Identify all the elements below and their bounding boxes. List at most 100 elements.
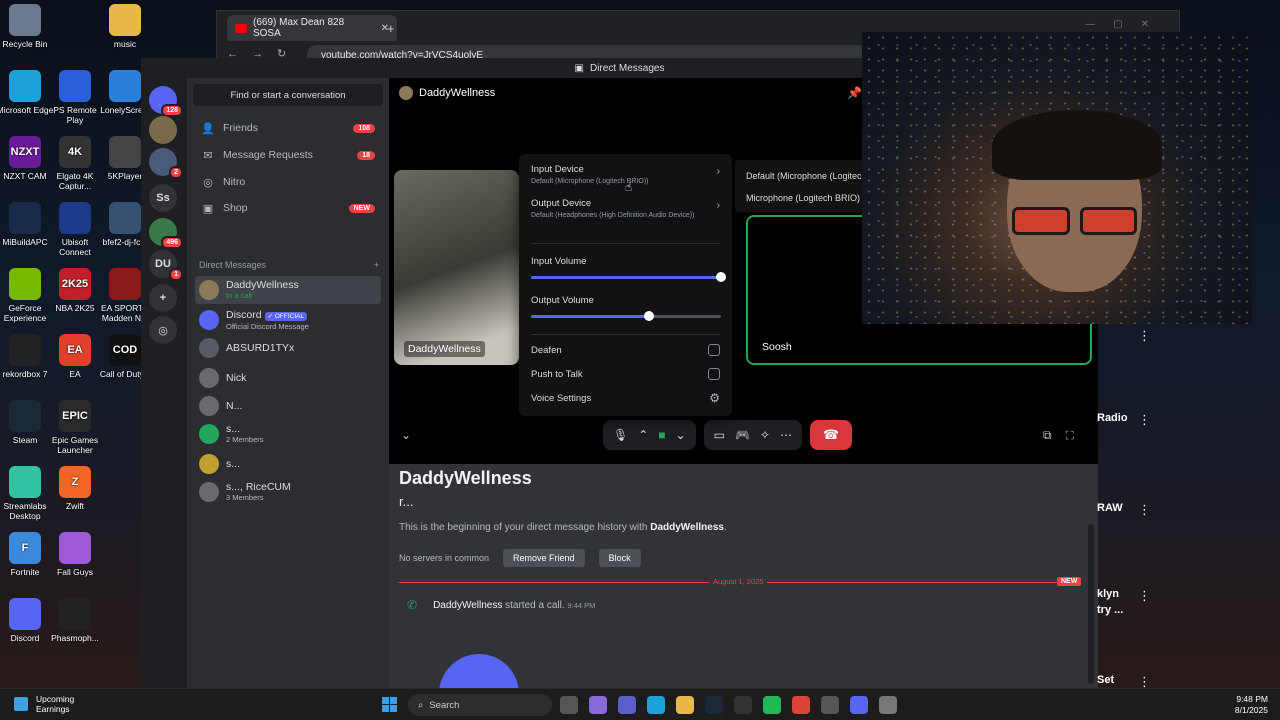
nav-item-nitro[interactable]: ◎ Nitro — [195, 170, 381, 194]
add-server-icon[interactable]: + — [149, 284, 177, 312]
task-view-icon[interactable] — [560, 696, 578, 714]
add-dm-icon[interactable]: + — [374, 260, 379, 270]
slider-knob[interactable] — [643, 311, 654, 321]
server-avatar-icon[interactable] — [149, 116, 177, 144]
settings-icon[interactable] — [879, 696, 897, 714]
remove-friend-button[interactable]: Remove Friend — [503, 549, 585, 567]
discover-icon[interactable]: ◎ — [149, 316, 177, 344]
edge-icon[interactable] — [647, 696, 665, 714]
find-conversation-button[interactable]: Find or start a conversation — [193, 84, 383, 106]
chat-scrollbar[interactable] — [1088, 524, 1094, 684]
copilot-icon[interactable] — [589, 696, 607, 714]
nav-item-shop[interactable]: ▣ Shop NEW — [195, 196, 381, 220]
deafen-checkbox[interactable] — [708, 344, 720, 356]
server-icon[interactable]: DU 1 — [149, 250, 183, 281]
desktop-icon[interactable]: Recycle Bin — [0, 4, 55, 49]
dm-item[interactable]: s..., RiceCUM 3 Members — [195, 478, 381, 506]
profile-actions: No servers in common Remove Friend Block — [399, 549, 641, 567]
nba2k25-icon: 2K25 — [59, 268, 91, 300]
nav-item-friends[interactable]: 👤 Friends 108 — [195, 116, 381, 140]
5kplayer-icon — [109, 136, 141, 168]
more-vertical-icon[interactable]: ⋮ — [1138, 328, 1151, 344]
output-device-menu-item[interactable]: Output Device Default (Headphones (High … — [531, 198, 720, 220]
nav-item-message-requests[interactable]: ✉ Message Requests 18 — [195, 143, 381, 167]
dm-item[interactable]: s... — [195, 450, 381, 478]
youtube-peek-text[interactable]: Radio — [1097, 412, 1128, 424]
discord-icon[interactable] — [850, 696, 868, 714]
chevron-down-icon[interactable]: ⌄ — [676, 428, 686, 442]
tile-label: Soosh — [758, 339, 796, 355]
chrome-icon[interactable] — [792, 696, 810, 714]
pin-icon[interactable]: 📌 — [847, 86, 862, 100]
push-to-talk-checkbox[interactable] — [708, 368, 720, 380]
slider-knob[interactable] — [716, 272, 726, 282]
nitro-icon: ◎ — [203, 176, 213, 189]
inbox-icon[interactable] — [821, 696, 839, 714]
disconnect-button[interactable]: ☎ — [809, 420, 852, 450]
spotify-icon[interactable] — [763, 696, 781, 714]
input-volume-slider[interactable] — [531, 272, 726, 282]
github-icon[interactable] — [734, 696, 752, 714]
more-vertical-icon[interactable]: ⋮ — [1138, 412, 1151, 428]
unread-badge: 2 — [169, 166, 183, 179]
discord-home-icon[interactable]: 126 — [149, 86, 183, 117]
windows-start-icon[interactable] — [382, 697, 397, 712]
screen-share-icon[interactable]: ▭ — [714, 428, 725, 442]
youtube-peek-text[interactable]: Set — [1097, 674, 1114, 686]
video-tile-daddywellness[interactable]: DaddyWellness — [394, 170, 519, 365]
chevron-down-icon[interactable]: ⌄ — [401, 428, 411, 442]
popout-fullscreen-icons[interactable]: ⧉⛶ — [1043, 428, 1088, 443]
soundboard-icon[interactable]: ✧ — [760, 428, 770, 442]
desktop-icon[interactable]: Z Zwift — [45, 466, 105, 511]
submenu-item[interactable]: Microphone (Logitech BRIO) — [735, 190, 865, 212]
block-button[interactable]: Block — [598, 549, 641, 567]
avatar — [199, 482, 219, 502]
friends-icon: 👤 — [201, 122, 215, 135]
dm-item[interactable]: Discord ✓ OFFICIAL Official Discord Messag… — [195, 306, 381, 334]
camera-icon[interactable]: ■ — [658, 428, 665, 442]
divider — [531, 243, 720, 244]
dm-item[interactable]: Nick — [195, 364, 381, 392]
chevron-right-icon: › — [716, 166, 720, 177]
server-avatar-icon[interactable]: 496 — [149, 218, 183, 249]
activity-group: ▭ 🎮 ✧ ⋯ — [703, 420, 802, 450]
deafen-toggle[interactable]: Deafen — [531, 344, 720, 356]
gamepad-icon[interactable]: 🎮 — [735, 428, 750, 442]
desktop-icon[interactable]: EPIC Epic Games Launcher — [45, 400, 105, 455]
server-avatar-icon[interactable]: 2 — [149, 148, 183, 179]
unread-badge: 126 — [161, 104, 183, 117]
output-volume-slider[interactable] — [531, 311, 721, 321]
dm-item[interactable]: N... — [195, 392, 381, 420]
rekordbox-icon — [9, 334, 41, 366]
youtube-peek-text[interactable]: RAW — [1097, 502, 1123, 514]
new-tab-icon[interactable]: + — [387, 21, 395, 36]
desktop-icon[interactable]: music — [95, 4, 155, 49]
desktop-icon[interactable]: Phasmoph... — [45, 598, 105, 643]
server-icon[interactable]: Ss — [149, 184, 177, 212]
dm-item[interactable]: ABSURD1TYx — [195, 334, 381, 362]
desktop-icon[interactable]: Fall Guys — [45, 532, 105, 577]
youtube-peek-text[interactable]: klyn — [1097, 588, 1119, 600]
youtube-peek-text[interactable]: try ... — [1097, 604, 1123, 616]
voice-settings-item[interactable]: Voice Settings ⚙ — [531, 391, 720, 405]
chevron-up-icon[interactable]: ⌃ — [638, 428, 648, 442]
system-clock[interactable]: 9:48 PM 8/1/2025 — [1235, 694, 1268, 716]
push-to-talk-toggle[interactable]: Push to Talk — [531, 368, 720, 380]
window-controls[interactable]: —▢✕ — [1085, 19, 1167, 30]
news-widget[interactable]: Upcoming Earnings — [14, 694, 74, 714]
submenu-item[interactable]: Default (Microphone (Logitech BRIO)) — [735, 168, 865, 190]
dm-item[interactable]: s... 2 Members — [195, 420, 381, 448]
youtube-icon — [235, 23, 247, 33]
desktop-icon-label: Zwift — [66, 501, 84, 511]
teams-icon[interactable] — [618, 696, 636, 714]
taskbar-search[interactable]: ⌕ Search — [408, 694, 552, 716]
file-explorer-icon[interactable] — [676, 696, 694, 714]
more-icon[interactable]: ⋯ — [780, 428, 792, 442]
more-vertical-icon[interactable]: ⋮ — [1138, 502, 1151, 518]
microphone-icon[interactable]: 🎙 — [613, 428, 628, 442]
message-author[interactable]: DaddyWellness — [433, 600, 502, 611]
more-vertical-icon[interactable]: ⋮ — [1138, 588, 1151, 604]
dm-item[interactable]: DaddyWellness In a call — [195, 276, 381, 304]
browser-tab[interactable]: (669) Max Dean 828 SOSA ✕ — [227, 15, 397, 41]
steam-icon[interactable] — [705, 696, 723, 714]
